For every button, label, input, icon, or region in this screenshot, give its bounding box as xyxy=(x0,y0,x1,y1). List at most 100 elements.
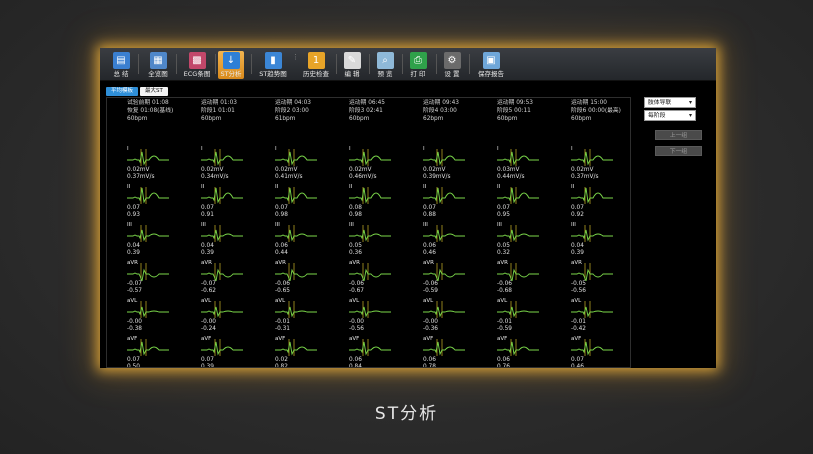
ecg-trace xyxy=(423,151,465,166)
lead-avl[interactable]: aVL -0.00 -0.24 xyxy=(201,298,256,336)
st-slope-value: 0.98 xyxy=(349,212,362,218)
lead-avl[interactable]: aVL -0.00 -0.36 xyxy=(423,298,478,336)
ecg-waveform xyxy=(201,263,243,281)
lead-ii[interactable]: II 0.07 0.88 xyxy=(423,184,478,222)
ecg-waveform xyxy=(423,187,465,204)
toolbar-button-label: 打 印 xyxy=(410,70,426,78)
tab-average-template[interactable]: 平均模板 xyxy=(106,87,139,96)
lead-i[interactable]: I 0.02mV 0.39mV/s xyxy=(423,146,478,184)
lead-ii[interactable]: II 0.07 0.95 xyxy=(497,184,552,222)
ecg-waveform xyxy=(349,339,391,356)
lead-iii[interactable]: III 0.04 0.39 xyxy=(571,222,626,260)
lead-avr[interactable]: aVR -0.06 -0.67 xyxy=(349,260,404,298)
lead-avf[interactable]: aVF 0.06 0.78 xyxy=(423,336,478,367)
toolbar-button-overview[interactable]: ▦ 全览图 xyxy=(141,51,175,79)
stage-header-line: 阶段1 01:01 xyxy=(201,107,235,114)
lead-avr[interactable]: aVR -0.06 -0.59 xyxy=(423,260,478,298)
lead-ii[interactable]: II 0.07 0.92 xyxy=(571,184,626,222)
st-slope-value: 0.98 xyxy=(275,212,288,218)
lead-avl[interactable]: aVL -0.00 -0.38 xyxy=(127,298,182,336)
stage-header-line: 运动期 15:00 xyxy=(571,100,607,106)
lead-avr[interactable]: aVR -0.07 -0.62 xyxy=(201,260,256,298)
toolbar-button-edit[interactable]: ✎ 编 辑 xyxy=(339,51,365,79)
lead-avl[interactable]: aVL -0.00 -0.56 xyxy=(349,298,404,336)
lead-i[interactable]: I 0.02mV 0.37mV/s xyxy=(127,146,182,184)
ecg-trace xyxy=(497,341,539,356)
lead-avf[interactable]: aVF 0.02 0.82 xyxy=(275,336,330,367)
lead-iii[interactable]: III 0.04 0.39 xyxy=(201,222,256,260)
stage-header-line: 62bpm xyxy=(423,115,444,122)
tab-max-st[interactable]: 最大ST xyxy=(140,87,168,96)
toolbar-button-st-analysis[interactable]: ↓ ST分析 xyxy=(218,51,244,79)
toolbar-button-print[interactable]: ⎙ 打 印 xyxy=(405,51,431,79)
lead-avf[interactable]: aVF 0.06 0.76 xyxy=(497,336,552,367)
lead-avf[interactable]: aVF 0.07 0.39 xyxy=(201,336,256,367)
toolbar-button-summary[interactable]: ▤ 总 结 xyxy=(106,51,136,79)
next-group-button[interactable]: 下一组 xyxy=(655,146,702,156)
ecg-trace xyxy=(127,187,169,204)
ecg-waveform xyxy=(423,339,465,356)
st-slope-value: -0.59 xyxy=(423,288,438,294)
stage-header: 运动期 06:45 阶段3 02:41 60bpm xyxy=(349,100,385,123)
stage-select[interactable]: 每阶段 ▾ xyxy=(644,110,696,121)
lead-i[interactable]: I 0.02mV 0.37mV/s xyxy=(571,146,626,184)
toolbar-button-settings[interactable]: ⚙ 设 置 xyxy=(439,51,465,79)
toolbar-separator xyxy=(251,54,252,74)
lead-avf[interactable]: aVF 0.06 0.84 xyxy=(349,336,404,367)
toolbar-button-label: ST趋势图 xyxy=(259,70,287,78)
lead-avl[interactable]: aVL -0.01 -0.31 xyxy=(275,298,330,336)
ecg-waveform xyxy=(423,301,465,318)
toolbar-button-save-report[interactable]: ▣ 保存报告 xyxy=(472,51,510,79)
prev-group-button[interactable]: 上一组 xyxy=(655,130,702,140)
lead-iii[interactable]: III 0.06 0.46 xyxy=(423,222,478,260)
stage-header-line: 运动期 01:03 xyxy=(201,100,237,106)
ecg-waveform xyxy=(497,187,539,204)
lead-i[interactable]: I 0.02mV 0.46mV/s xyxy=(349,146,404,184)
ecg-trace xyxy=(201,341,243,356)
ecg-waveform xyxy=(571,263,613,281)
stage-header-line: 运动期 09:43 xyxy=(423,100,459,106)
toolbar-button-history[interactable]: 1 历史检查 xyxy=(299,51,333,79)
ecg-trace xyxy=(127,151,169,166)
ecg-trace xyxy=(571,187,613,204)
lead-i[interactable]: I 0.03mV 0.44mV/s xyxy=(497,146,552,184)
lead-avr[interactable]: aVR -0.07 -0.57 xyxy=(127,260,182,298)
lead-ii[interactable]: II 0.07 0.91 xyxy=(201,184,256,222)
st-slope-value: 0.46 xyxy=(571,364,584,368)
lead-group-select[interactable]: 肢体导联 ▾ xyxy=(644,97,696,108)
lead-iii[interactable]: III 0.04 0.39 xyxy=(127,222,182,260)
stage-header-line: 恢复 01:08(基线) xyxy=(127,107,174,114)
lead-ii[interactable]: II 0.07 0.98 xyxy=(275,184,330,222)
stage-column: 运动期 01:03 阶段1 01:01 60bpm I 0.02mV 0.34mV/s II… xyxy=(181,98,256,367)
toolbar-separator xyxy=(215,54,216,74)
st-slope-value: 0.91 xyxy=(201,212,214,218)
stage-header-line: 60bpm xyxy=(497,115,518,122)
ecg-waveform xyxy=(497,149,539,166)
lead-avr[interactable]: aVR -0.05 -0.56 xyxy=(571,260,626,298)
lead-avf[interactable]: aVF 0.07 0.46 xyxy=(571,336,626,368)
toolbar-button-preview[interactable]: ⌕ 预 览 xyxy=(372,51,398,79)
lead-iii[interactable]: III 0.05 0.32 xyxy=(497,222,552,260)
stage-header-line: 阶段6 00:00(最高) xyxy=(571,107,621,114)
toolbar-button-ecg-strip[interactable]: ▩ ECG条图 xyxy=(179,51,215,79)
st-slope-value: -0.38 xyxy=(127,326,142,332)
toolbar-button-label: 设 置 xyxy=(444,70,460,78)
ecg-trace xyxy=(423,341,465,356)
lead-avl[interactable]: aVL -0.01 -0.59 xyxy=(497,298,552,336)
lead-ii[interactable]: II 0.08 0.98 xyxy=(349,184,404,222)
stage-header-line: 运动期 04:03 xyxy=(275,100,311,106)
lead-i[interactable]: I 0.02mV 0.34mV/s xyxy=(201,146,256,184)
lead-ii[interactable]: II 0.07 0.93 xyxy=(127,184,182,222)
lead-avf[interactable]: aVF 0.07 0.50 xyxy=(127,336,182,367)
ecg-waveform xyxy=(349,263,391,281)
lead-avr[interactable]: aVR -0.06 -0.65 xyxy=(275,260,330,298)
lead-avr[interactable]: aVR -0.06 -0.68 xyxy=(497,260,552,298)
toolbar-button-st-trend[interactable]: ▮ ST趋势图 xyxy=(254,51,292,79)
st-slope-value: -0.56 xyxy=(349,326,364,332)
lead-i[interactable]: I 0.02mV 0.41mV/s xyxy=(275,146,330,184)
lead-iii[interactable]: III 0.05 0.36 xyxy=(349,222,404,260)
lead-avl[interactable]: aVL -0.01 -0.42 xyxy=(571,298,626,336)
ecg-waveform xyxy=(349,225,391,242)
lead-iii[interactable]: III 0.06 0.44 xyxy=(275,222,330,260)
toolbar-button-label: 总 结 xyxy=(113,70,129,78)
